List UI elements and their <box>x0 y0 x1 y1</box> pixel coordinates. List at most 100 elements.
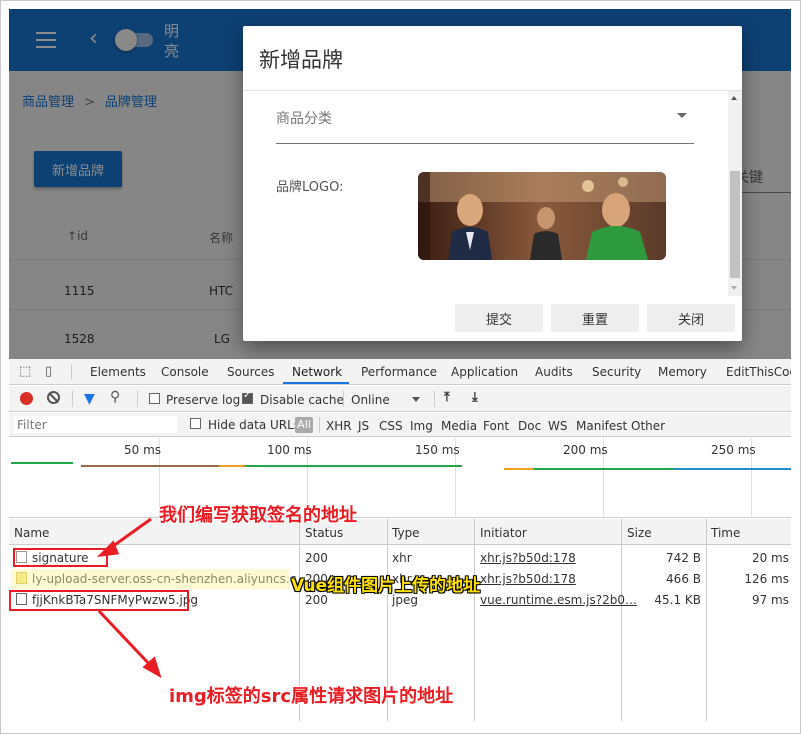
active-tab-indicator <box>283 382 349 384</box>
filter-ws[interactable]: WS <box>548 419 567 433</box>
request-status: 200 <box>305 551 328 565</box>
hide-data-urls-label[interactable]: Hide data URLs <box>208 418 300 432</box>
import-har-icon[interactable]: ⤒ <box>444 390 450 405</box>
close-button[interactable]: 关闭 <box>647 304 735 332</box>
disable-cache-checkbox[interactable] <box>242 390 253 404</box>
tab-elements[interactable]: Elements <box>90 365 146 379</box>
request-size: 466 B <box>666 572 701 586</box>
device-toggle-icon[interactable]: ▯ <box>45 364 52 379</box>
record-icon[interactable] <box>20 392 33 405</box>
filter-css[interactable]: CSS <box>379 419 403 433</box>
devtools-panel: ⬚ ▯ Elements Console Sources Network Per… <box>9 359 791 721</box>
request-time: 20 ms <box>751 551 789 565</box>
overview-request-bar <box>11 462 73 464</box>
overview-request-bar <box>81 465 219 467</box>
filter-font[interactable]: Font <box>483 419 509 433</box>
overview-tick: 100 ms <box>267 443 312 457</box>
brand-logo-image[interactable] <box>418 172 666 260</box>
tab-console[interactable]: Console <box>161 365 209 379</box>
filter-img[interactable]: Img <box>410 419 433 433</box>
overview-tick: 250 ms <box>711 443 756 457</box>
column-status[interactable]: Status <box>305 526 343 540</box>
dialog-title: 新增品牌 <box>259 48 343 72</box>
dropdown-arrow-icon[interactable] <box>677 113 687 118</box>
signature-highlight-box <box>13 548 108 567</box>
logo-label: 品牌LOGO: <box>276 180 344 195</box>
column-initiator[interactable]: Initiator <box>480 526 527 540</box>
add-brand-dialog: 新增品牌 商品分类 品牌LOGO: 提交 重置 关闭 <box>243 26 742 341</box>
disable-cache-label[interactable]: Disable cache <box>260 393 344 407</box>
request-initiator[interactable]: vue.runtime.esm.js?2b0… <box>480 593 637 607</box>
toolbar-divider <box>343 391 344 407</box>
table-header: Name Status Type Initiator Size Time <box>9 519 791 545</box>
network-toolbar: ▼ ⚲ Preserve log Disable cache Online ⤒ … <box>9 386 791 412</box>
signature-annotation: 我们编写获取签名的地址 <box>159 505 357 526</box>
column-time[interactable]: Time <box>711 526 740 540</box>
img-src-annotation: img标签的src属性请求图片的地址 <box>169 686 454 707</box>
column-type[interactable]: Type <box>392 526 420 540</box>
filter-icon[interactable]: ▼ <box>84 391 95 407</box>
submit-button[interactable]: 提交 <box>455 304 543 332</box>
request-size: 45.1 KB <box>654 593 701 607</box>
overview-request-bar <box>504 468 534 470</box>
dialog-scrollbar-thumb[interactable] <box>730 171 740 278</box>
scroll-up-arrow-icon[interactable] <box>731 96 737 100</box>
overview-tick: 150 ms <box>415 443 460 457</box>
preserve-log-checkbox[interactable] <box>149 393 160 404</box>
filter-xhr[interactable]: XHR <box>326 419 352 433</box>
request-size: 742 B <box>666 551 701 565</box>
filter-input[interactable] <box>14 416 177 433</box>
tab-sources[interactable]: Sources <box>227 365 274 379</box>
column-name[interactable]: Name <box>14 526 49 540</box>
overview-request-bar <box>245 465 462 467</box>
request-time: 126 ms <box>744 572 789 586</box>
toolbar-divider <box>137 391 138 407</box>
upload-row-highlight <box>11 569 289 589</box>
category-select-label[interactable]: 商品分类 <box>276 108 332 128</box>
network-filter-bar: Hide data URLs All XHR JS CSS Img Media … <box>9 413 791 437</box>
tab-performance[interactable]: Performance <box>361 365 437 379</box>
toolbar-divider <box>434 391 435 407</box>
tab-memory[interactable]: Memory <box>658 365 707 379</box>
inspect-element-icon[interactable]: ⬚ <box>19 364 31 379</box>
filter-manifest[interactable]: Manifest <box>576 419 627 433</box>
clear-icon[interactable] <box>47 391 60 404</box>
table-row[interactable]: signature 200 xhr xhr.js?b50d:178 742 B … <box>9 547 791 568</box>
overview-request-bar <box>534 468 674 470</box>
reset-button[interactable]: 重置 <box>551 304 639 332</box>
screenshot-frame: ‹ 明亮 商品管理 > 品牌管理 新增品牌 入关键 ↑id 名称 1115 HTC … <box>0 0 801 734</box>
filter-doc[interactable]: Doc <box>518 419 541 433</box>
tab-audits[interactable]: Audits <box>535 365 573 379</box>
toolbar-divider <box>72 391 73 407</box>
toolbar-divider <box>319 417 320 433</box>
throttle-select[interactable]: Online <box>351 393 390 407</box>
request-initiator[interactable]: xhr.js?b50d:178 <box>480 572 576 586</box>
export-har-icon[interactable]: ⤓ <box>472 390 478 405</box>
chevron-down-icon[interactable] <box>412 397 420 402</box>
category-select-underline <box>276 143 694 144</box>
tab-editthiscookie[interactable]: EditThisCoo <box>726 365 791 379</box>
request-type: xhr <box>392 551 412 565</box>
filter-js[interactable]: JS <box>358 419 369 433</box>
tab-network[interactable]: Network <box>292 365 342 379</box>
overview-request-bar <box>219 465 245 467</box>
search-icon[interactable]: ⚲ <box>110 389 120 405</box>
preserve-log-label[interactable]: Preserve log <box>166 393 240 407</box>
request-time: 97 ms <box>751 593 789 607</box>
overview-request-bar <box>674 468 791 470</box>
network-overview[interactable]: 50 ms 100 ms 150 ms 200 ms 250 ms <box>9 438 791 518</box>
overview-tick: 200 ms <box>563 443 608 457</box>
image-request-highlight-box <box>9 590 189 611</box>
filter-other[interactable]: Other <box>631 419 665 433</box>
tab-application[interactable]: Application <box>451 365 518 379</box>
hide-data-urls-checkbox[interactable] <box>190 418 201 429</box>
tab-security[interactable]: Security <box>592 365 641 379</box>
devtools-tabbar: ⬚ ▯ Elements Console Sources Network Per… <box>9 359 791 385</box>
filter-all-button[interactable]: All <box>295 417 313 433</box>
overview-tick: 50 ms <box>124 443 162 457</box>
column-size[interactable]: Size <box>627 526 652 540</box>
filter-media[interactable]: Media <box>441 419 477 433</box>
scroll-down-arrow-icon[interactable] <box>731 286 737 290</box>
request-initiator[interactable]: xhr.js?b50d:178 <box>480 551 576 565</box>
upload-annotation: Vue组件图片上传的地址 <box>291 576 481 596</box>
